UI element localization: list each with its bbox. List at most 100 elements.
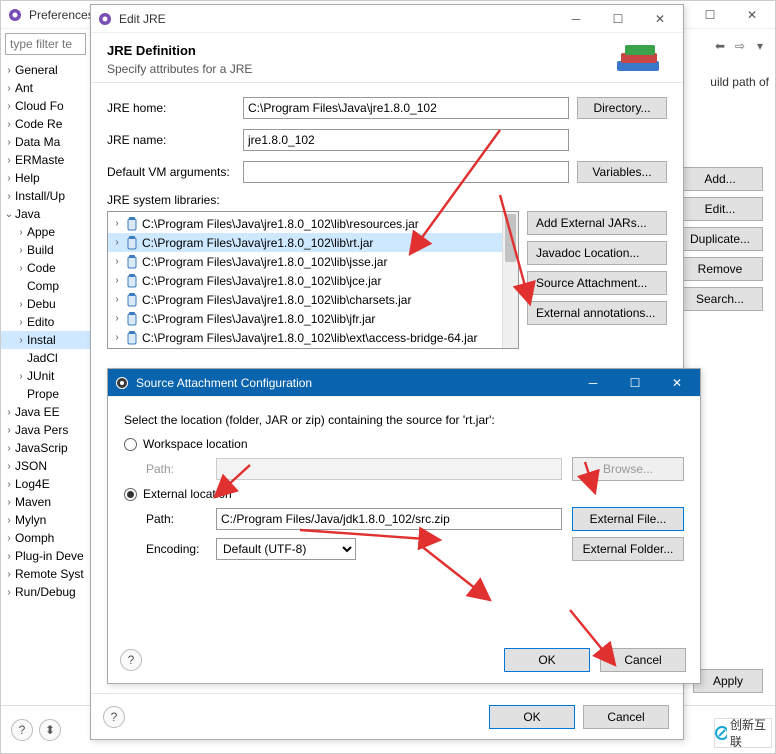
expander-icon[interactable]: › [3,515,15,526]
tree-item[interactable]: ›Install/Up [1,187,90,205]
tree-item[interactable]: ›JavaScrip [1,439,90,457]
jre-name-input[interactable] [243,129,569,151]
sac-titlebar[interactable]: Source Attachment Configuration ─ ☐ ✕ [108,369,700,397]
tree-item[interactable]: ›Cloud Fo [1,97,90,115]
edit-ok-button[interactable]: OK [489,705,575,729]
expander-icon[interactable]: › [3,569,15,580]
lib-list-scrollbar[interactable] [502,212,518,348]
tree-item[interactable]: ⌄Java [1,205,90,223]
expander-icon[interactable]: › [3,137,15,148]
lib-row[interactable]: ›C:\Program Files\Java\jre1.8.0_102\lib\… [108,290,518,309]
expander-icon[interactable]: › [112,237,122,248]
tree-item[interactable]: ›Appe [1,223,90,241]
sac-help-icon[interactable]: ? [120,649,142,671]
tree-item[interactable]: ›Edito [1,313,90,331]
jre-syslib-list[interactable]: ›C:\Program Files\Java\jre1.8.0_102\lib\… [107,211,519,349]
variables-button[interactable]: Variables... [577,161,667,183]
apply-button[interactable]: Apply [693,669,763,693]
duplicate-button[interactable]: Duplicate... [677,227,763,251]
sac-cancel-button[interactable]: Cancel [600,648,686,672]
expander-icon[interactable]: › [3,443,15,454]
lib-row[interactable]: ›C:\Program Files\Java\jre1.8.0_102\lib\… [108,233,518,252]
directory-button[interactable]: Directory... [577,97,667,119]
tree-item[interactable]: ›ERMaste [1,151,90,169]
expander-icon[interactable]: › [3,101,15,112]
expander-icon[interactable]: › [15,227,27,238]
expander-icon[interactable]: › [3,497,15,508]
expander-icon[interactable]: › [15,317,27,328]
lib-row[interactable]: ›C:\Program Files\Java\jre1.8.0_102\lib\… [108,252,518,271]
lib-row[interactable]: ›C:\Program Files\Java\jre1.8.0_102\lib\… [108,271,518,290]
tree-item[interactable]: Prope [1,385,90,403]
expander-icon[interactable]: › [15,299,27,310]
pref-close-button[interactable]: ✕ [731,1,773,29]
expander-icon[interactable]: › [3,173,15,184]
tree-item[interactable]: ›Code [1,259,90,277]
tree-item[interactable]: Comp [1,277,90,295]
tree-item[interactable]: ›Log4E [1,475,90,493]
expander-icon[interactable]: › [3,65,15,76]
expander-icon[interactable]: › [15,245,27,256]
remove-button[interactable]: Remove [677,257,763,281]
edit-help-icon[interactable]: ? [103,706,125,728]
tree-item[interactable]: ›JSON [1,457,90,475]
tree-item[interactable]: ›Run/Debug [1,583,90,601]
tree-item[interactable]: ›Code Re [1,115,90,133]
expander-icon[interactable]: › [112,332,122,343]
expander-icon[interactable]: ⌄ [3,209,15,220]
tree-item[interactable]: ›Plug-in Deve [1,547,90,565]
expander-icon[interactable]: › [3,461,15,472]
tree-item[interactable]: ›Help [1,169,90,187]
tree-item[interactable]: ›Java EE [1,403,90,421]
edit-max-button[interactable]: ☐ [597,5,639,33]
workspace-radio[interactable] [124,438,137,451]
tree-item[interactable]: ›Oomph [1,529,90,547]
tree-item[interactable]: ›Remote Syst [1,565,90,583]
expander-icon[interactable]: › [3,407,15,418]
tree-item[interactable]: ›Ant [1,79,90,97]
help-icon[interactable]: ? [11,719,33,741]
expander-icon[interactable]: › [112,218,122,229]
add-button[interactable]: Add... [677,167,763,191]
edit-button[interactable]: Edit... [677,197,763,221]
encoding-select[interactable]: Default (UTF-8) [216,538,356,560]
search-button[interactable]: Search... [677,287,763,311]
tree-item[interactable]: JadCl [1,349,90,367]
externalannotations-button[interactable]: External annotations... [527,301,667,325]
edit-min-button[interactable]: ─ [555,5,597,33]
external-folder-button[interactable]: External Folder... [572,537,684,561]
expander-icon[interactable]: › [112,275,122,286]
expander-icon[interactable]: › [3,83,15,94]
expander-icon[interactable]: › [3,425,15,436]
expander-icon[interactable]: › [112,256,122,267]
tree-item[interactable]: ›Debu [1,295,90,313]
edit-close-button[interactable]: ✕ [639,5,681,33]
tree-item[interactable]: ›Mylyn [1,511,90,529]
sac-close-button[interactable]: ✕ [656,369,698,397]
sac-max-button[interactable]: ☐ [614,369,656,397]
sourceattachment-button[interactable]: Source Attachment... [527,271,667,295]
addexternaljars-button[interactable]: Add External JARs... [527,211,667,235]
jre-home-input[interactable] [243,97,569,119]
lib-row[interactable]: ›C:\Program Files\Java\jre1.8.0_102\lib\… [108,309,518,328]
expander-icon[interactable]: › [3,191,15,202]
expander-icon[interactable]: › [112,313,122,324]
tree-item[interactable]: ›Data Ma [1,133,90,151]
expander-icon[interactable]: › [3,587,15,598]
expander-icon[interactable]: › [112,294,122,305]
tree-item[interactable]: ›Build [1,241,90,259]
sac-ok-button[interactable]: OK [504,648,590,672]
pref-max-button[interactable]: ☐ [689,1,731,29]
expander-icon[interactable]: › [3,119,15,130]
tree-item[interactable]: ›JUnit [1,367,90,385]
external-location-radio-row[interactable]: External location [124,487,684,501]
tree-item[interactable]: ›Java Pers [1,421,90,439]
external-file-button[interactable]: External File... [572,507,684,531]
scrollbar-thumb[interactable] [505,214,516,262]
lib-row[interactable]: ›C:\Program Files\Java\jre1.8.0_102\lib\… [108,214,518,233]
expander-icon[interactable]: › [3,551,15,562]
expander-icon[interactable]: › [3,533,15,544]
ext-path-input[interactable] [216,508,562,530]
external-radio[interactable] [124,488,137,501]
tree-item[interactable]: ›Instal [1,331,90,349]
